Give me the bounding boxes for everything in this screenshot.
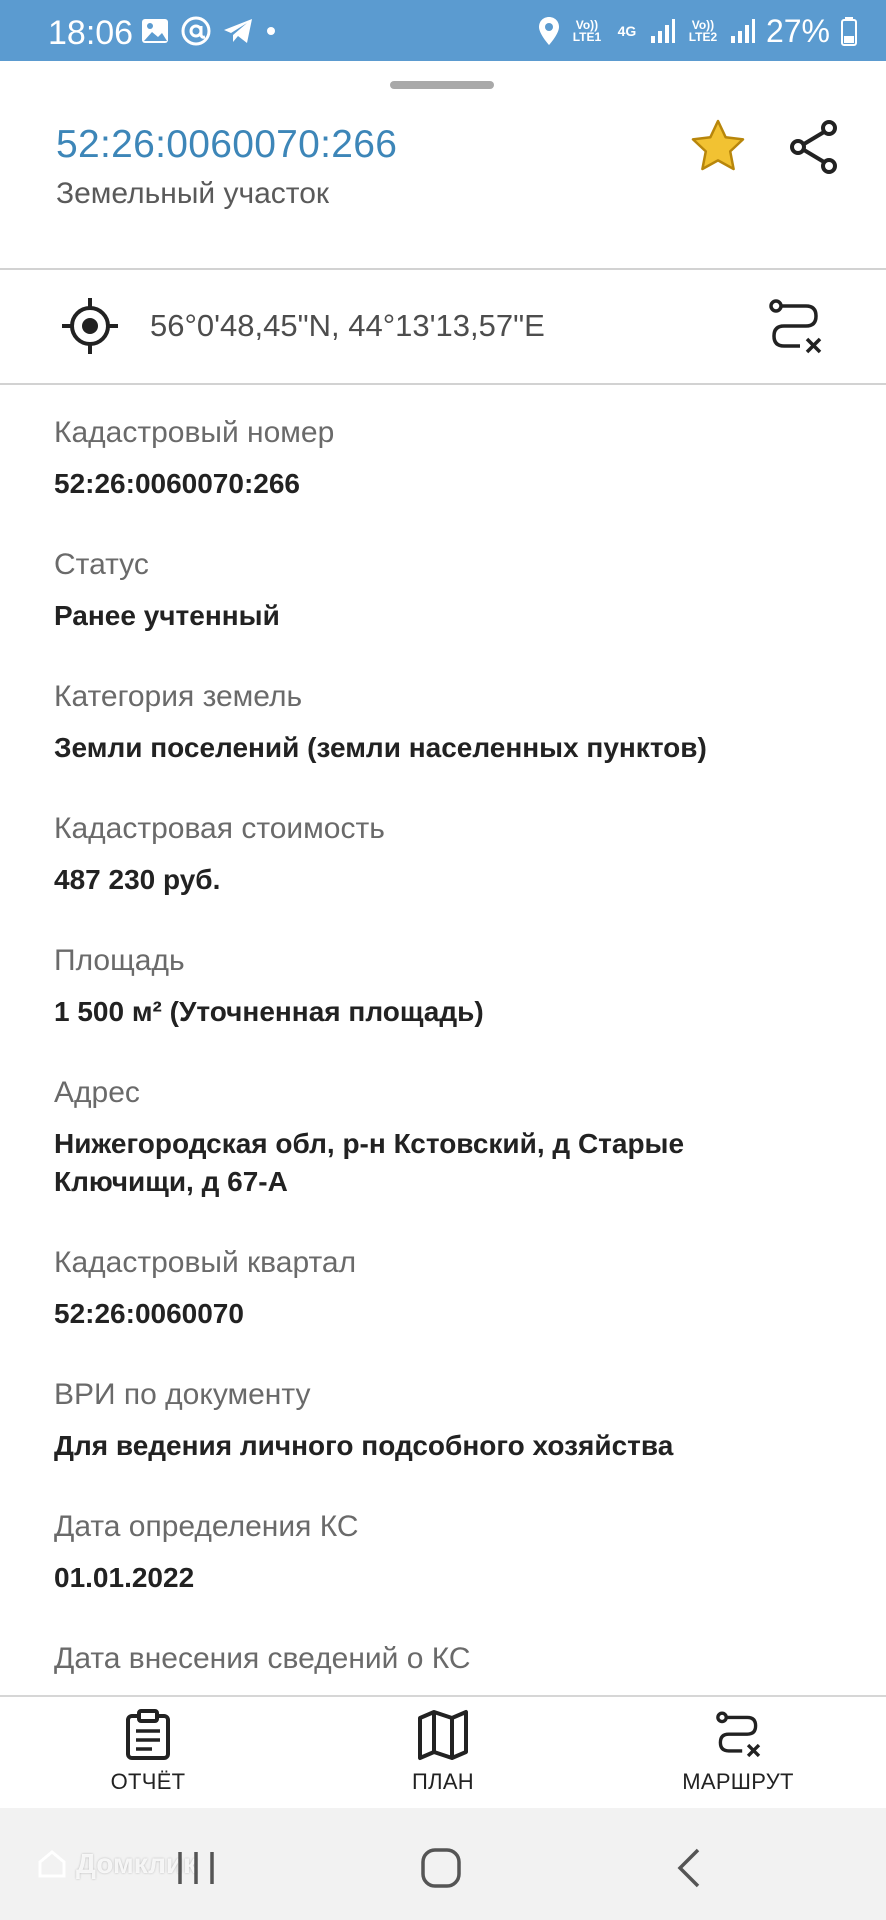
report-label: ОТЧЁТ (110, 1769, 186, 1794)
telegram-icon (224, 19, 252, 43)
property-label: Дата внесения сведений о КС (54, 1642, 471, 1675)
house-logo-icon (38, 1850, 66, 1878)
object-type-subtitle: Земельный участок (56, 177, 330, 210)
property-value[interactable]: 52:26:0060070 (54, 1295, 854, 1333)
network-type-label: 4G (617, 23, 637, 39)
system-navigation-bar: Домклик (0, 1808, 886, 1920)
property-cadastral-number: Кадастровый номер 52:26:0060070:266 (54, 413, 854, 503)
route-clear-button[interactable] (764, 296, 826, 358)
at-icon (181, 16, 211, 46)
location-icon (538, 17, 559, 45)
gallery-icon (142, 19, 168, 43)
property-value-entry-date: Дата внесения сведений о КС (54, 1639, 854, 1679)
route-clear-icon (769, 299, 822, 354)
back-button[interactable] (660, 1838, 720, 1898)
notification-icons (140, 14, 278, 48)
favorite-button[interactable] (686, 115, 750, 179)
property-status: Статус Ранее учтенный (54, 545, 854, 635)
route-label: МАРШРУТ (682, 1769, 794, 1794)
home-icon (421, 1848, 461, 1888)
share-icon (790, 120, 837, 174)
property-value[interactable]: 52:26:0060070:266 (54, 465, 854, 503)
battery-icon (841, 17, 857, 46)
coordinates-row[interactable]: 56°0'48,45"N, 44°13'13,57"E (0, 270, 886, 383)
divider (0, 383, 886, 385)
property-label: Кадастровый квартал (54, 1246, 357, 1279)
plan-button[interactable]: ПЛАН (343, 1709, 543, 1805)
clipboard-icon (126, 1709, 170, 1760)
property-value: 1 500 м² (Уточненная площадь) (54, 996, 484, 1027)
route-clear-icon (716, 1711, 761, 1758)
locate-button[interactable] (60, 296, 120, 356)
back-icon (677, 1848, 700, 1888)
property-label: ВРИ по документу (54, 1378, 311, 1411)
property-value: Для ведения личного подсобного хозяйства (54, 1430, 674, 1461)
network-2-label: Vo)) LTE2 (688, 18, 718, 44)
recent-apps-button[interactable] (166, 1838, 226, 1898)
property-value: Ранее учтенный (54, 600, 280, 631)
status-bar: 18:06 Vo)) LTE1 4G Vo)) LTE2 27% (0, 0, 886, 61)
coordinates-text[interactable]: 56°0'48,45"N, 44°13'13,57"E (150, 308, 545, 344)
property-permitted-use: ВРИ по документу Для ведения личного под… (54, 1375, 854, 1465)
property-valuation-date: Дата определения КС 01.01.2022 (54, 1507, 854, 1597)
property-area: Площадь 1 500 м² (Уточненная площадь) (54, 941, 854, 1031)
status-time: 18:06 (48, 14, 134, 52)
properties-list: Кадастровый номер 52:26:0060070:266 Стат… (54, 413, 854, 1721)
signal-1-icon (650, 19, 675, 43)
property-value: 487 230 руб. (54, 864, 221, 895)
signal-2-icon (730, 19, 755, 43)
cadastral-number-title[interactable]: 52:26:0060070:266 (56, 123, 397, 167)
property-label: Дата определения КС (54, 1510, 359, 1543)
property-value: Земли поселений (земли населенных пункто… (54, 732, 707, 763)
plan-label: ПЛАН (411, 1769, 474, 1794)
sheet-drag-handle[interactable] (390, 81, 494, 89)
property-label: Статус (54, 548, 149, 581)
battery-percent: 27% (765, 12, 830, 49)
star-icon (691, 119, 745, 171)
property-label: Категория земель (54, 680, 303, 713)
property-label: Кадастровая стоимость (54, 812, 385, 845)
map-icon (418, 1710, 468, 1760)
bottom-action-bar: ОТЧЁТ ПЛАН МАРШРУТ (0, 1695, 886, 1808)
status-right: Vo)) LTE1 4G Vo)) LTE2 27% (538, 12, 858, 50)
home-button[interactable] (411, 1838, 471, 1898)
share-button[interactable] (782, 115, 846, 179)
dot-icon (267, 27, 275, 35)
property-land-category: Категория земель Земли поселений (земли … (54, 677, 854, 767)
property-value: Нижегородская обл, р-н Кстовский, д Стар… (54, 1128, 685, 1197)
route-button[interactable]: МАРШРУТ (638, 1709, 838, 1805)
property-cadastral-quarter: Кадастровый квартал 52:26:0060070 (54, 1243, 854, 1333)
property-label: Кадастровый номер (54, 416, 335, 449)
network-1-label: Vo)) LTE1 (572, 18, 602, 44)
property-cadastral-value: Кадастровая стоимость 487 230 руб. (54, 809, 854, 899)
recent-apps-icon (178, 1852, 214, 1884)
report-button[interactable]: ОТЧЁТ (48, 1709, 248, 1805)
property-label: Площадь (54, 944, 185, 977)
property-value: 01.01.2022 (54, 1562, 195, 1593)
property-address: Адрес Нижегородская обл, р-н Кстовский, … (54, 1073, 854, 1201)
target-icon (62, 298, 118, 354)
property-label: Адрес (54, 1076, 140, 1109)
